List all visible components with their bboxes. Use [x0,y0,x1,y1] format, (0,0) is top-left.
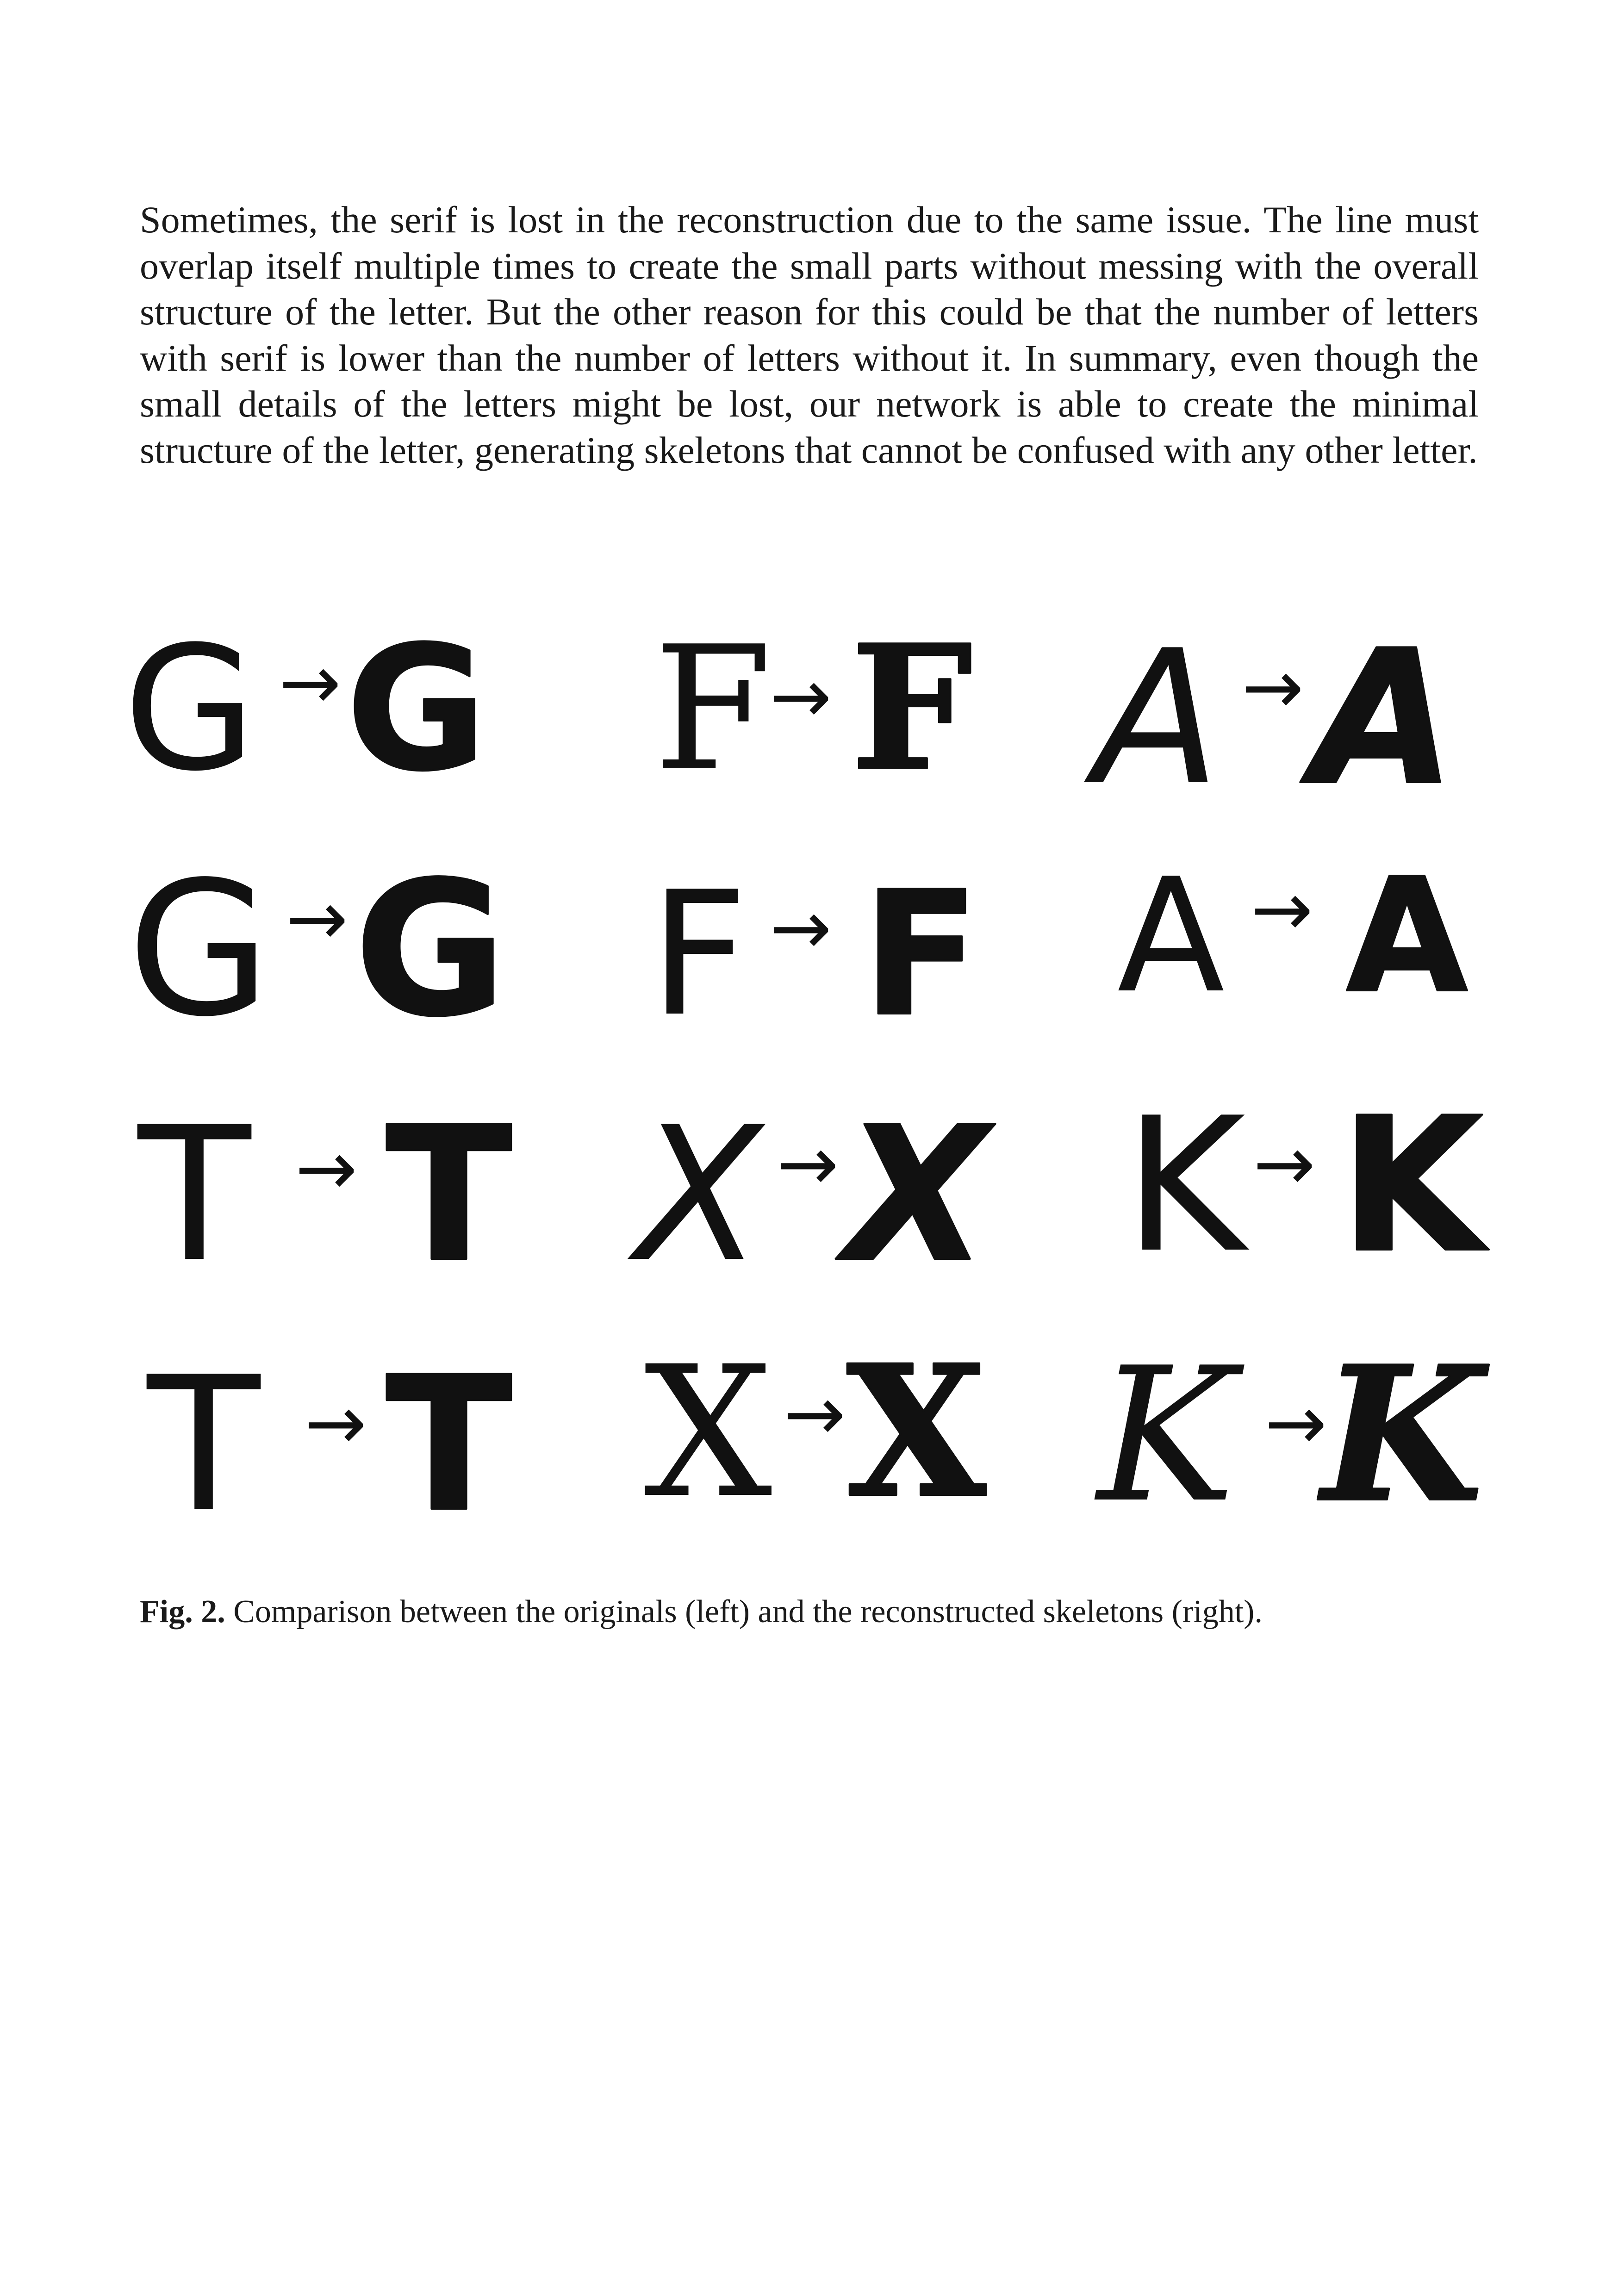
arrow-icon: → [1251,866,1313,952]
original-letter: K [1094,1328,1245,1541]
body-paragraph: Sometimes, the serif is lost in the reco… [140,199,1479,471]
figure-label: Fig. 2. [140,1594,225,1630]
reconstructed-letter: G [355,842,506,1058]
original-letter: A [1117,845,1226,1028]
arrow-icon: → [295,1125,357,1212]
original-letter: T [135,1088,254,1303]
figure-letter-comparison: G → G F → F A → A G → G F → F A → A T → … [0,592,1618,1541]
original-letter: A [1082,611,1220,826]
reconstructed-letter: X [834,1088,996,1303]
caption-text: Comparison between the originals (left) … [225,1594,1263,1630]
original-letter: T [144,1338,263,1541]
arrow-icon: → [286,875,348,962]
figure-row-1: G → G F → F A → A [124,607,1456,827]
reconstructed-letter: G [346,610,487,809]
reconstructed-letter: T [386,1338,513,1541]
arrow-icon: → [770,884,832,971]
arrow-icon: → [784,1370,846,1457]
reconstructed-letter: K [1340,1078,1490,1294]
original-letter: F [650,855,748,1054]
reconstructed-letter: A [1298,611,1456,826]
figure-caption: Fig. 2. Comparison between the originals… [140,1591,1479,1633]
arrow-icon: → [305,1380,367,1466]
original-letter: G [124,610,256,809]
original-letter: F [653,610,772,809]
original-letter: X [644,1327,773,1537]
arrow-icon: → [1265,1380,1327,1466]
arrow-icon: → [1242,644,1304,730]
figure-row-4: T → T X → X K → K [144,1325,1491,1541]
reconstructed-letter: X [846,1325,988,1537]
reconstructed-letter: T [386,1088,513,1303]
reconstructed-letter: A [1346,845,1469,1028]
arrow-icon: → [777,1120,839,1207]
arrow-icon: → [279,639,341,726]
reconstructed-letter: F [851,608,973,809]
original-letter: G [127,842,271,1058]
arrow-icon: → [1253,1120,1315,1207]
reconstructed-letter: F [863,855,980,1054]
original-letter: X [627,1088,765,1303]
reconstructed-letter: K [1316,1326,1490,1541]
original-letter: K [1124,1078,1251,1294]
arrow-icon: → [770,653,832,740]
figure-row-2: G → G F → F A → A [127,841,1470,1058]
figure-row-3: T → T X → X K → K [135,1077,1491,1304]
letter-grid: G → G F → F A → A G → G F → F A → A T → … [124,607,1491,1541]
